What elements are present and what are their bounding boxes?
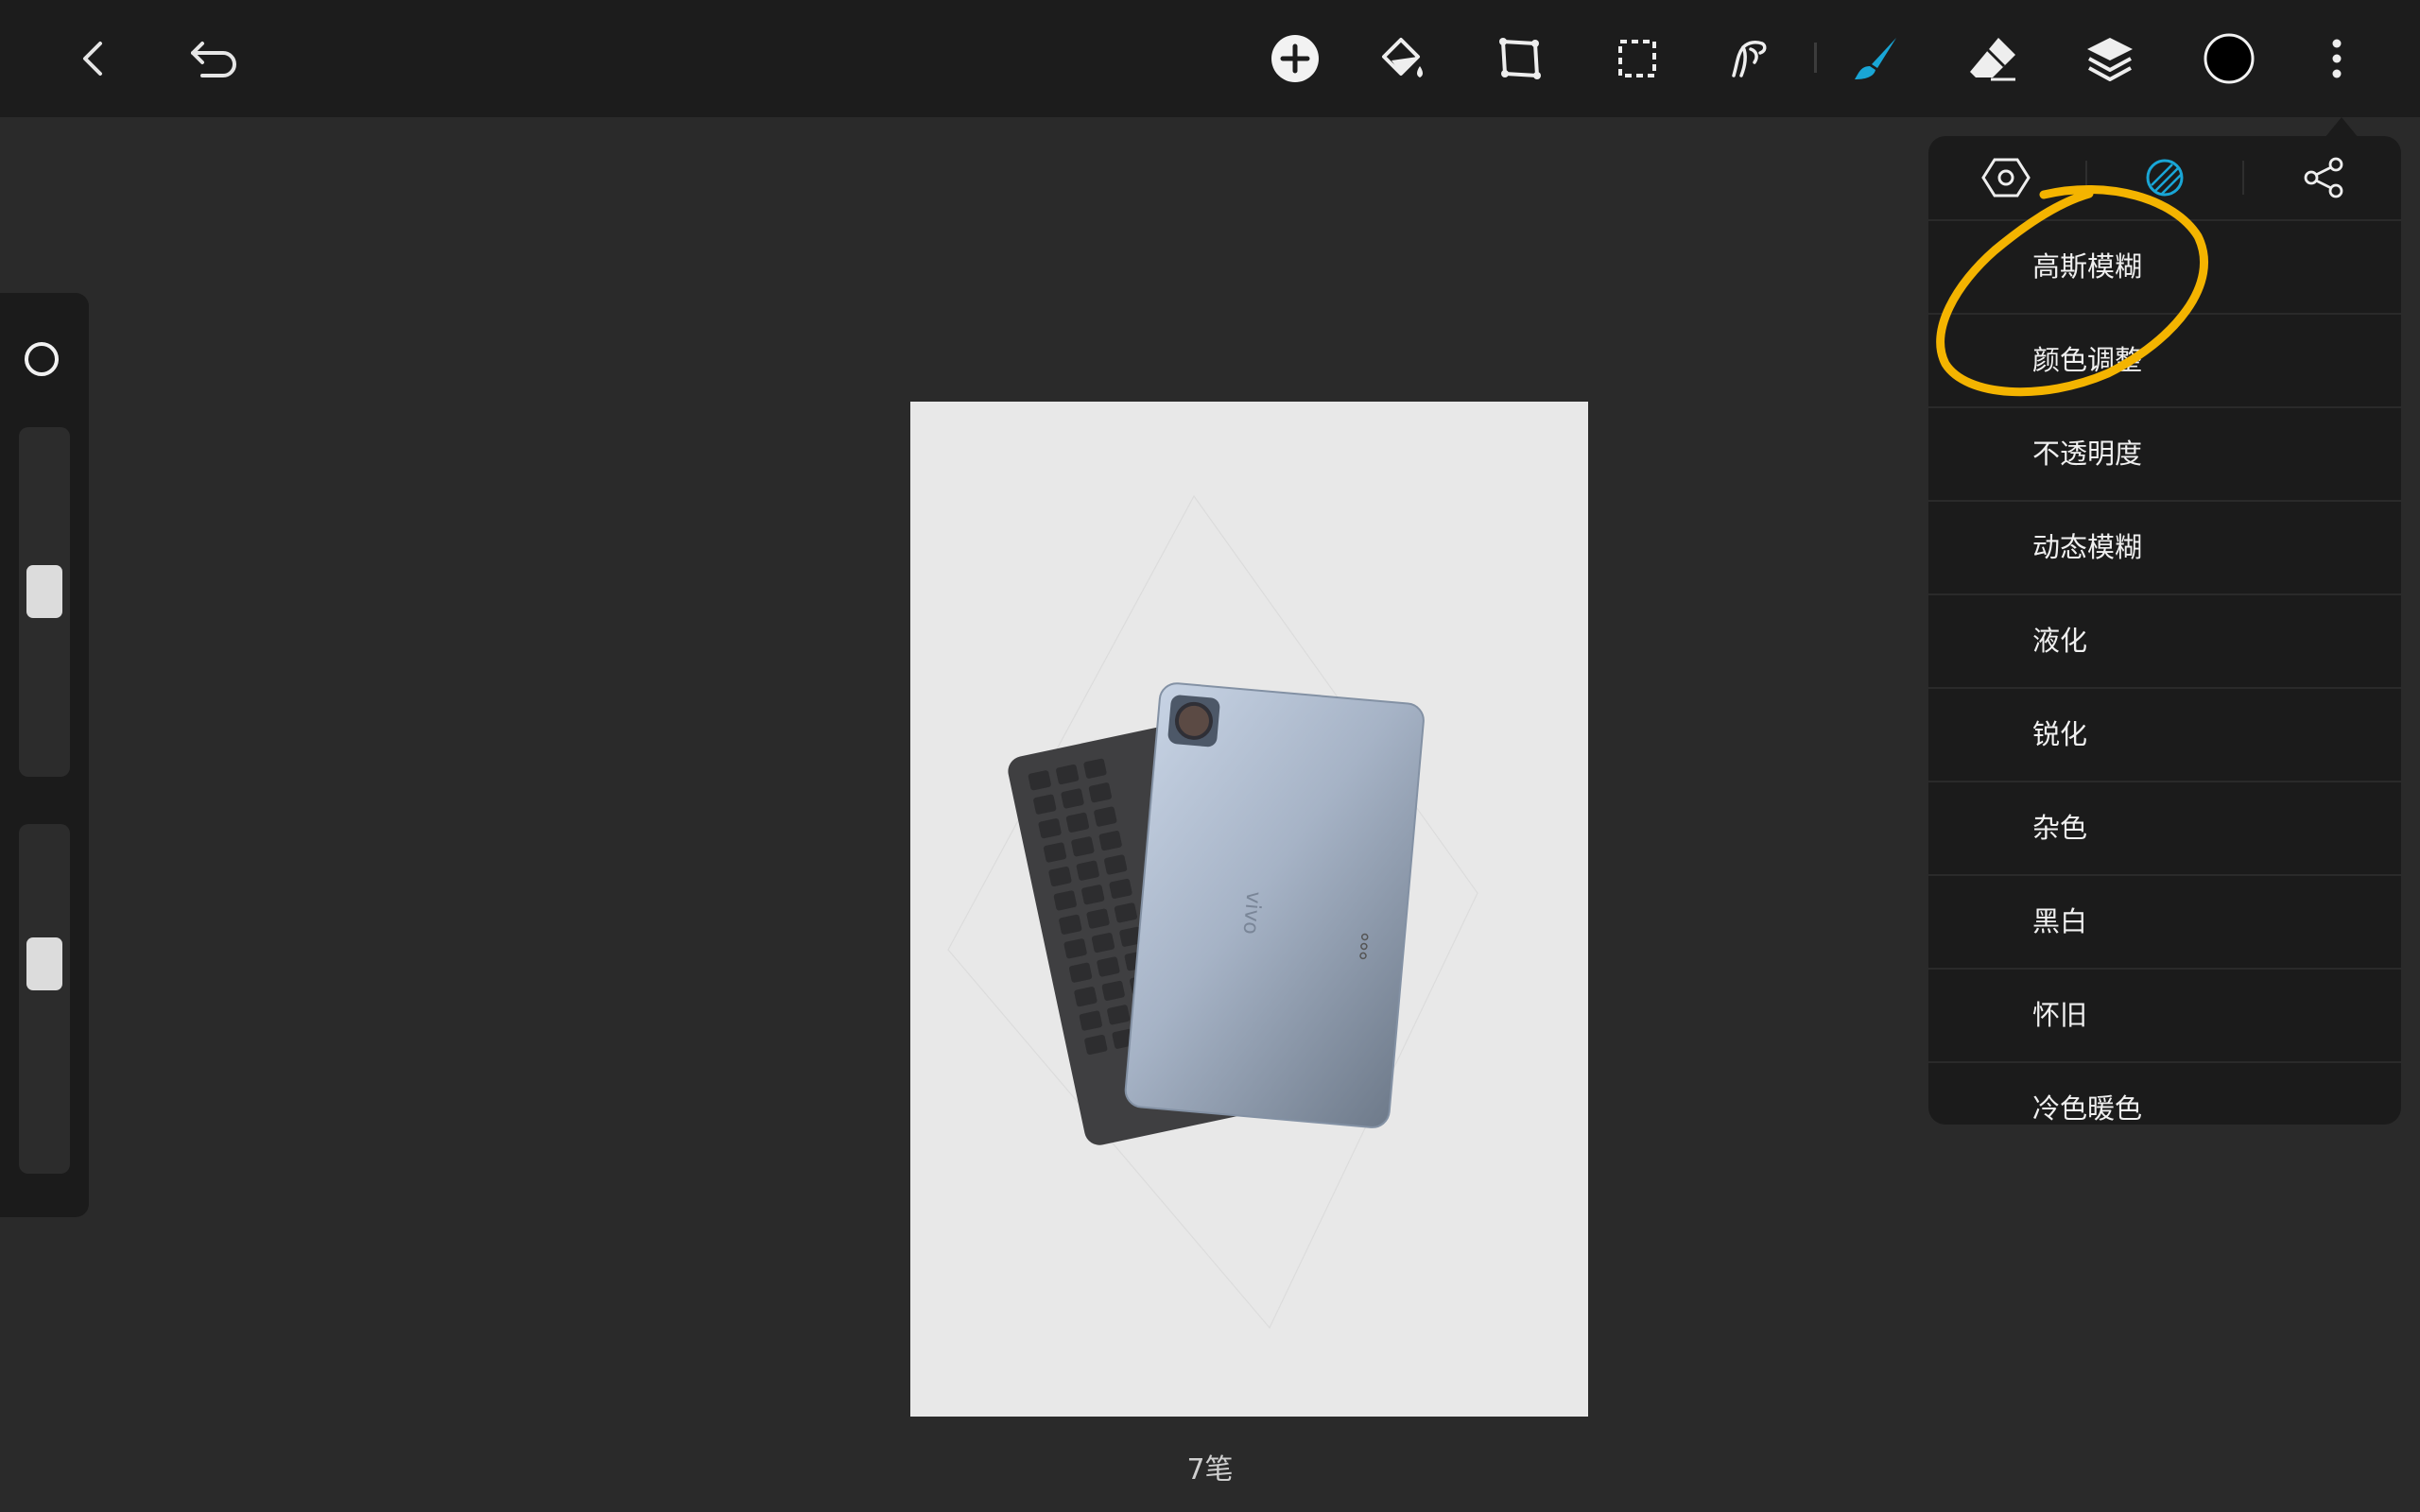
transform-icon xyxy=(1499,38,1541,79)
filter-noise[interactable]: 杂色 xyxy=(1928,782,2401,876)
filter-opacity[interactable]: 不透明度 xyxy=(1928,408,2401,502)
color-swatch-button[interactable] xyxy=(2191,21,2267,96)
filter-cool-warm[interactable]: 冷色暖色 xyxy=(1928,1063,2401,1125)
eraser-icon xyxy=(1970,38,2015,81)
popup-arrow xyxy=(2325,117,2359,138)
undo-icon xyxy=(191,42,236,77)
back-button[interactable] xyxy=(57,21,132,96)
opacity-slider-thumb[interactable] xyxy=(26,937,62,990)
fill-bucket-button[interactable] xyxy=(1363,21,1439,96)
stroke-count: 7笔 xyxy=(1186,1453,1234,1486)
share-icon xyxy=(2304,157,2343,198)
add-icon xyxy=(1271,35,1319,82)
smudge-icon xyxy=(1732,41,1767,77)
filter-black-white[interactable]: 黑白 xyxy=(1928,876,2401,970)
selection-icon xyxy=(1618,40,1656,77)
filter-list: 高斯模糊 颜色调整 不透明度 动态模糊 液化 锐化 杂色 黑白 怀旧 冷色暖色 xyxy=(1928,221,2401,1125)
eraser-button[interactable] xyxy=(1955,21,2031,96)
layers-icon xyxy=(2087,38,2133,81)
top-toolbar xyxy=(0,0,2420,117)
settings-icon xyxy=(1981,158,2031,198)
fill-bucket-icon xyxy=(1382,38,1423,77)
add-button[interactable] xyxy=(1257,21,1333,96)
selection-button[interactable] xyxy=(1599,21,1675,96)
tools-popup: 高斯模糊 颜色调整 不透明度 动态模糊 液化 锐化 杂色 黑白 怀旧 冷色暖色 xyxy=(1928,136,2401,1125)
brush-size-preview[interactable] xyxy=(25,342,59,376)
undo-button[interactable] xyxy=(174,21,250,96)
brush-icon xyxy=(1855,38,1896,79)
brush-button[interactable] xyxy=(1838,21,1913,96)
drawing-canvas[interactable]: vivo xyxy=(910,402,1588,1417)
filter-liquify[interactable]: 液化 xyxy=(1928,595,2401,689)
layers-button[interactable] xyxy=(2072,21,2148,96)
transform-button[interactable] xyxy=(1482,21,1558,96)
smudge-button[interactable] xyxy=(1711,21,1787,96)
filter-motion-blur[interactable]: 动态模糊 xyxy=(1928,502,2401,595)
color-swatch xyxy=(2204,33,2255,84)
brand-text: vivo xyxy=(1238,890,1266,936)
filter-sharpen[interactable]: 锐化 xyxy=(1928,689,2401,782)
brush-size-slider[interactable] xyxy=(19,427,70,777)
more-icon xyxy=(2332,39,2342,78)
adjustments-icon xyxy=(2146,159,2184,197)
filter-gaussian-blur[interactable]: 高斯模糊 xyxy=(1928,221,2401,315)
filter-color-adjust[interactable]: 颜色调整 xyxy=(1928,315,2401,408)
filter-vintage[interactable]: 怀旧 xyxy=(1928,970,2401,1063)
tab-settings[interactable] xyxy=(1968,149,2044,206)
tab-adjustments[interactable] xyxy=(2127,149,2203,206)
opacity-slider[interactable] xyxy=(19,824,70,1174)
more-button[interactable] xyxy=(2299,21,2375,96)
brush-settings-panel xyxy=(0,293,89,1217)
canvas-artwork: vivo xyxy=(947,494,1478,1330)
tablet-image: vivo xyxy=(1124,682,1425,1128)
back-icon xyxy=(83,42,102,76)
popup-tabs xyxy=(1928,136,2401,221)
brush-size-slider-thumb[interactable] xyxy=(26,565,62,618)
tab-share[interactable] xyxy=(2286,149,2361,206)
